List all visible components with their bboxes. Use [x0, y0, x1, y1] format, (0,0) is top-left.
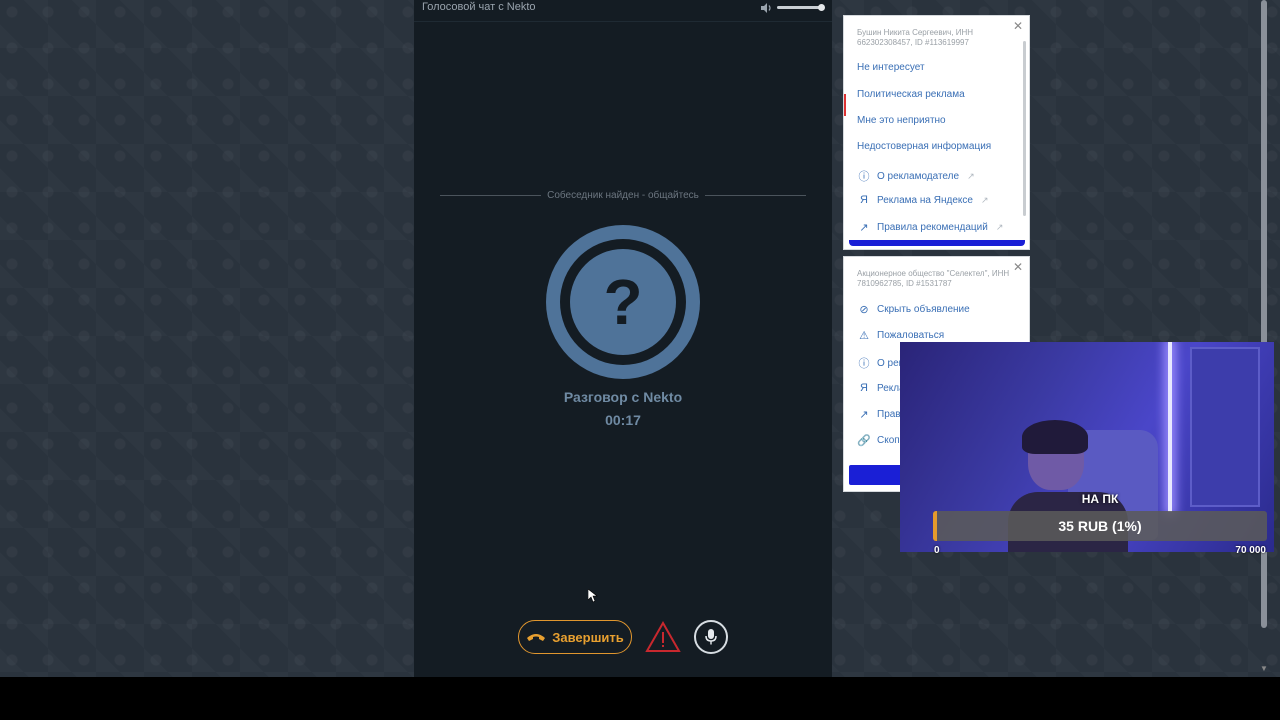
ad-option-hide[interactable]: ⊘ Скрыть объявление — [857, 303, 969, 316]
info-icon: ⓘ — [858, 171, 870, 183]
external-arrow-icon: ↗ — [995, 222, 1004, 232]
donation-min-value: 0 — [934, 545, 940, 556]
microphone-icon — [705, 629, 717, 645]
external-arrow-icon: ↗ — [980, 194, 989, 205]
end-call-label: Завершить — [552, 629, 624, 645]
ad-link-rules[interactable]: ↗ Прав — [857, 408, 900, 421]
end-call-button[interactable]: Завершить — [518, 620, 632, 654]
webcam-led-light — [1168, 342, 1172, 512]
advertiser-legal-text: Акционерное общество "Селектел", ИНН 781… — [857, 269, 1010, 288]
ad-option-unpleasant[interactable]: Мне это неприятно — [857, 115, 946, 126]
ad-link-yandex-ads[interactable]: Я Реклама на Яндексе ↗ — [857, 194, 989, 206]
ad-link-copy[interactable]: 🔗 Скоп — [857, 434, 900, 447]
conversation-name: Разговор с Nekto — [563, 389, 683, 405]
voice-chat-panel: Голосовой чат с Nekto Собеседник найден … — [414, 0, 832, 677]
ad-menu-scrollbar[interactable] — [1023, 41, 1026, 216]
donation-amount: 35 RUB (1%) — [1058, 518, 1142, 534]
volume-slider-knob[interactable] — [818, 4, 825, 11]
webcam-door — [1190, 347, 1260, 507]
ad-link-about-advertiser[interactable]: ⓘ О рек — [857, 355, 904, 371]
yandex-icon: Я — [860, 194, 868, 206]
external-arrow-icon: ↗ — [859, 409, 869, 421]
ad-edge-mark — [844, 94, 846, 116]
donation-progress-bar: 35 RUB (1%) — [933, 511, 1267, 541]
external-arrow-icon: ↗ — [967, 170, 975, 181]
ad-link-recommendation-rules[interactable]: ↗ Правила рекомендаций ↗ — [857, 221, 1003, 234]
chat-header: Голосовой чат с Nekto — [414, 0, 832, 22]
warning-icon: ⚠ — [859, 330, 869, 342]
ad-menu-1: ✕ Бушин Никита Сергеевич, ИНН 6623023084… — [843, 15, 1030, 250]
ad-link-about-advertiser[interactable]: ⓘ О рекламодателе ↗ — [857, 168, 975, 184]
advertiser-legal-text: Бушин Никита Сергеевич, ИНН 662302308457… — [857, 28, 974, 47]
chat-title: Голосовой чат с Nekto — [422, 1, 536, 13]
eye-off-icon: ⊘ — [859, 304, 869, 316]
mouse-cursor-icon — [588, 589, 598, 603]
bottom-black-bar — [0, 677, 1280, 720]
ad-link-yandex-ads[interactable]: Я Рекла — [857, 382, 905, 394]
link-icon: 🔗 — [857, 435, 871, 447]
ad-button-strip[interactable] — [849, 240, 1025, 246]
scroll-down-arrow-icon[interactable]: ▼ — [1260, 664, 1268, 673]
ad-option-complain[interactable]: ⚠ Пожаловаться — [857, 329, 944, 342]
ad-option-not-interested[interactable]: Не интересует — [857, 62, 925, 73]
status-found-text: Собеседник найден - общайтесь — [414, 190, 832, 201]
info-icon: ⓘ — [858, 358, 870, 370]
donation-goal-title: НА ПК — [1081, 492, 1119, 506]
ad-option-political[interactable]: Политическая реклама — [857, 89, 965, 100]
report-warning-icon[interactable] — [645, 620, 681, 654]
microphone-button[interactable] — [694, 620, 728, 654]
page-scrollbar[interactable]: ▼ — [1260, 0, 1268, 677]
yandex-icon: Я — [860, 382, 868, 394]
call-timer: 00:17 — [605, 412, 641, 428]
external-arrow-icon: ↗ — [859, 222, 869, 234]
phone-hangup-icon — [527, 634, 546, 641]
interlocutor-avatar: ? — [546, 225, 700, 379]
question-mark-icon: ? — [570, 249, 676, 355]
donation-max-value: 70 000 — [1235, 545, 1266, 556]
volume-icon[interactable] — [759, 1, 773, 15]
ad-option-unreliable[interactable]: Недостоверная информация — [857, 141, 991, 152]
volume-slider[interactable] — [777, 6, 823, 9]
